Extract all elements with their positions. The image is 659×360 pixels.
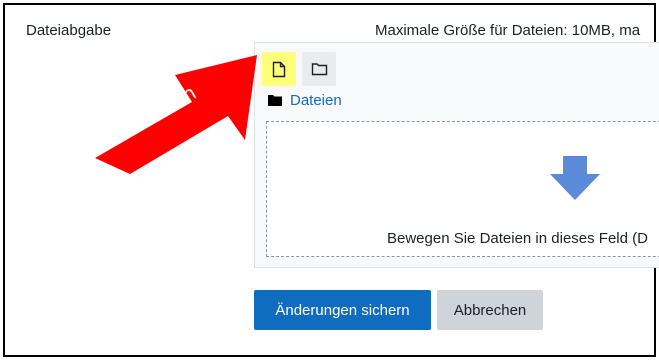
dropzone-text: Bewegen Sie Dateien in dieses Feld (D: [387, 230, 648, 247]
file-icon: [272, 61, 286, 77]
file-dropzone[interactable]: Bewegen Sie Dateien in dieses Feld (D: [266, 121, 659, 257]
max-file-size-text: Maximale Größe für Dateien: 10MB, ma: [375, 22, 641, 39]
create-folder-button[interactable]: [302, 52, 336, 86]
save-changes-button[interactable]: Änderungen sichern: [254, 290, 431, 330]
breadcrumb-link-files[interactable]: Dateien: [290, 92, 342, 109]
cancel-button[interactable]: Abbrechen: [437, 290, 543, 330]
field-label: Dateiabgabe: [26, 22, 112, 39]
folder-filled-icon: [268, 95, 282, 106]
red-annotation-arrow: [95, 55, 257, 174]
breadcrumb: Dateien: [268, 92, 342, 109]
folder-icon: [311, 63, 327, 76]
down-arrow-icon: [550, 156, 600, 200]
